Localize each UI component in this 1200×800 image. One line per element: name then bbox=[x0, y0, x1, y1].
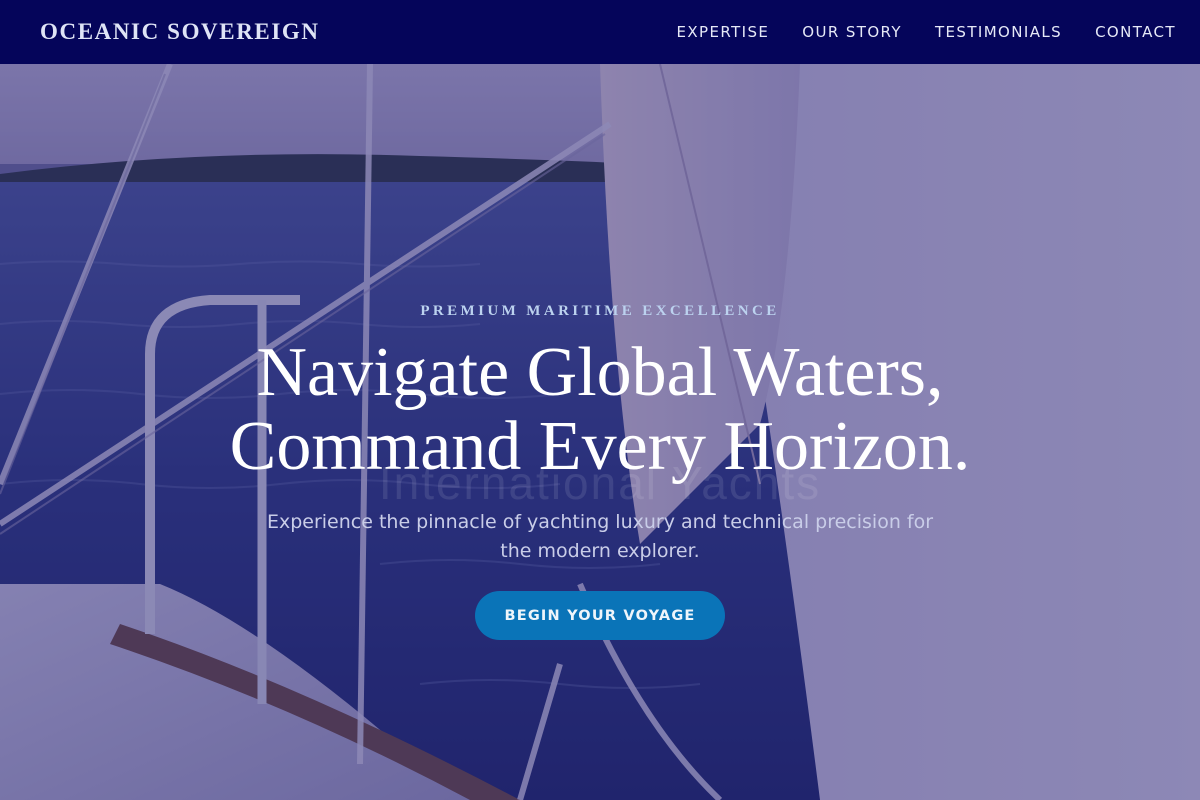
nav-link-our-story[interactable]: OUR STORY bbox=[802, 23, 902, 41]
hero-subtext: Experience the pinnacle of yachting luxu… bbox=[266, 511, 934, 562]
hero-headline-line-1: Navigate Global Waters, bbox=[256, 334, 944, 411]
hero-section: PREMIUM MARITIME EXCELLENCE Navigate Glo… bbox=[0, 64, 1200, 800]
main-nav: EXPERTISE OUR STORY TESTIMONIALS CONTACT bbox=[676, 23, 1176, 41]
hero-content: PREMIUM MARITIME EXCELLENCE Navigate Glo… bbox=[0, 64, 1200, 800]
nav-link-expertise[interactable]: EXPERTISE bbox=[676, 23, 769, 41]
hero-eyebrow: PREMIUM MARITIME EXCELLENCE bbox=[420, 303, 780, 319]
hero-ghost-text: International Yachts bbox=[378, 457, 822, 509]
nav-link-testimonials[interactable]: TESTIMONIALS bbox=[935, 23, 1062, 41]
begin-voyage-button[interactable]: BEGIN YOUR VOYAGE bbox=[475, 591, 725, 640]
site-header: OCEANIC SOVEREIGN EXPERTISE OUR STORY TE… bbox=[0, 0, 1200, 64]
nav-link-contact[interactable]: CONTACT bbox=[1095, 23, 1176, 41]
brand-logo[interactable]: OCEANIC SOVEREIGN bbox=[40, 19, 320, 45]
